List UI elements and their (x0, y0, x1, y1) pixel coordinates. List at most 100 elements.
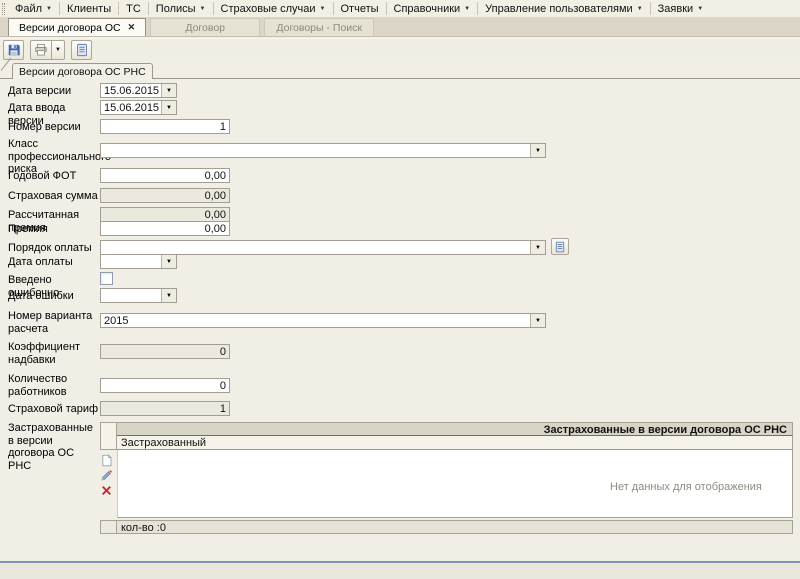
payment-order-combobox[interactable]: ▼ (100, 240, 546, 255)
chevron-down-icon: ▼ (464, 6, 470, 12)
calculated-premium-readonly: 0,00 (100, 207, 230, 222)
date-version-combobox[interactable]: 15.06.2015 ▼ (100, 83, 177, 98)
table-footer-count: кол-во :0 (117, 520, 793, 534)
insurance-sum-readonly: 0,00 (100, 188, 230, 203)
label-workers-count: Количество работников (8, 373, 100, 398)
menu-file[interactable]: Файл ▼ (8, 1, 59, 17)
menu-reports-label: Отчеты (341, 3, 379, 15)
payment-order-details-button[interactable] (551, 238, 569, 255)
calc-variant-value: 2015 (101, 314, 530, 327)
print-options-dropdown[interactable]: ▼ (52, 40, 65, 60)
menu-clients-label: Клиенты (67, 3, 111, 15)
chevron-down-icon: ▼ (200, 6, 206, 12)
error-date-value (101, 289, 161, 302)
tab-label: Договор (185, 22, 225, 34)
close-icon[interactable]: ✕ (128, 22, 136, 33)
toolbar-grip-icon[interactable] (2, 3, 5, 15)
page-tab-contract-os-rns-versions[interactable]: Версии договора ОС РНС (12, 63, 153, 79)
tab-contract[interactable]: Договор (150, 18, 260, 36)
menu-directories-label: Справочники (394, 3, 461, 15)
menu-ts-label: ТС (126, 3, 141, 15)
report-button[interactable] (71, 40, 92, 60)
workers-count-input[interactable]: 0 (100, 378, 230, 393)
menu-reports[interactable]: Отчеты (334, 1, 386, 17)
error-date-combobox[interactable]: ▼ (100, 288, 177, 303)
calc-variant-combobox[interactable]: 2015 ▼ (100, 313, 546, 328)
chevron-down-icon[interactable]: ▼ (161, 101, 176, 114)
payment-order-value (101, 241, 530, 254)
print-button[interactable] (30, 40, 52, 60)
add-row-button[interactable] (98, 453, 114, 467)
toolbar: ▼ (0, 38, 800, 61)
chevron-down-icon[interactable]: ▼ (530, 144, 545, 157)
menu-policies-label: Полисы (156, 3, 196, 15)
version-number-input[interactable]: 1 (100, 119, 230, 134)
label-surcharge-coeff: Коэффициент надбавки (8, 341, 100, 366)
save-button[interactable] (3, 40, 24, 60)
surcharge-coeff-readonly: 0 (100, 344, 230, 359)
menu-user-management-label: Управление пользователями (485, 3, 633, 15)
tariff-readonly: 1 (100, 401, 230, 416)
table-selector-header (100, 422, 117, 450)
clipboard-icon (554, 241, 566, 253)
chevron-down-icon[interactable]: ▼ (530, 314, 545, 327)
annual-fot-input[interactable]: 0,00 (100, 168, 230, 183)
chevron-down-icon[interactable]: ▼ (161, 84, 176, 97)
chevron-down-icon[interactable]: ▼ (530, 241, 545, 254)
floppy-disk-icon (7, 43, 21, 57)
tab-contract-os-versions[interactable]: Версии договора ОС ✕ (8, 18, 146, 36)
menu-insurance-cases-label: Страховые случаи (221, 3, 316, 15)
page-tab-label: Версии договора ОС РНС (19, 66, 146, 78)
chevron-down-icon: ▼ (320, 6, 326, 12)
label-payment-order: Порядок оплаты (8, 242, 100, 255)
chevron-down-icon[interactable]: ▼ (161, 289, 176, 302)
menu-file-label: Файл (15, 3, 42, 15)
chevron-down-icon[interactable]: ▼ (161, 255, 176, 268)
label-version-number: Номер версии (8, 121, 100, 134)
risk-class-combobox[interactable]: ▼ (100, 143, 546, 158)
date-entry-combobox[interactable]: 15.06.2015 ▼ (100, 100, 177, 115)
chevron-down-icon: ▼ (637, 6, 643, 12)
menu-directories[interactable]: Справочники▼ (387, 1, 478, 17)
tab-contracts-search[interactable]: Договоры - Поиск (264, 18, 374, 36)
label-tariff: Страховой тариф (8, 403, 100, 416)
table-column-header-insured[interactable]: Застрахованный (117, 436, 793, 450)
label-insurance-sum: Страховая сумма (8, 190, 100, 203)
edit-row-button[interactable] (98, 468, 114, 482)
entered-wrong-checkbox[interactable] (100, 272, 113, 285)
pen-icon (100, 469, 113, 482)
date-version-value: 15.06.2015 (101, 84, 161, 97)
label-date-version: Дата версии (8, 85, 100, 98)
delete-row-button[interactable] (98, 483, 114, 497)
chevron-down-icon: ▼ (697, 6, 703, 12)
label-error-date: Дата ошибки (8, 290, 100, 303)
menu-requests-label: Заявки (658, 3, 694, 15)
menu-requests[interactable]: Заявки▼ (651, 1, 710, 17)
menu-ts[interactable]: ТС (119, 1, 148, 17)
label-premium: Премия (8, 223, 100, 236)
menu-clients[interactable]: Клиенты (60, 1, 118, 17)
date-entry-value: 15.06.2015 (101, 101, 161, 114)
menu-user-management[interactable]: Управление пользователями ▼ (478, 1, 650, 17)
payment-date-value (101, 255, 161, 268)
table-group-header: Застрахованные в версии договора ОС РНС (117, 422, 793, 436)
document-tab-strip: Версии договора ОС ✕ Договор Договоры - … (0, 18, 800, 37)
payment-date-combobox[interactable]: ▼ (100, 254, 177, 269)
label-calc-variant: Номер варианта расчета (8, 310, 100, 335)
menu-insurance-cases[interactable]: Страховые случаи ▼ (214, 1, 333, 17)
risk-class-value (101, 144, 530, 157)
red-x-icon (100, 484, 113, 497)
table-empty-text: Нет данных для отображения (610, 481, 762, 493)
premium-input[interactable]: 0,00 (100, 221, 230, 236)
menu-policies[interactable]: Полисы ▼ (149, 1, 213, 17)
printer-icon (34, 43, 48, 57)
new-page-icon (100, 454, 113, 467)
chevron-down-icon: ▼ (46, 6, 52, 12)
menu-bar: Файл ▼ Клиенты ТС Полисы ▼ Страховые случа… (0, 0, 800, 18)
label-insured-table: Застрахованные в версии договора ОС РНС (8, 422, 100, 472)
tab-label: Договоры - Поиск (276, 22, 362, 34)
table-footer-selector-cell (100, 520, 117, 534)
clipboard-icon (75, 43, 89, 57)
chevron-down-icon: ▼ (55, 47, 61, 53)
label-payment-date: Дата оплаты (8, 256, 100, 269)
